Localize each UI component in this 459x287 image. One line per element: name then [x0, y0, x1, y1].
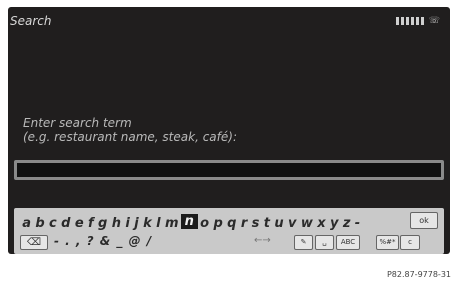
letter-key-q[interactable]: q — [225, 216, 239, 231]
ok-button[interactable]: ok — [410, 212, 438, 229]
selected-letter-key[interactable]: n — [180, 213, 198, 229]
prompt-line-1: Enter search term — [23, 116, 132, 130]
letter-key-y[interactable]: y — [328, 216, 341, 231]
letter-key-g[interactable]: g — [96, 216, 110, 231]
cursor-arrows[interactable]: ←→ — [254, 235, 271, 246]
image-reference-code: P82.87-9778-31 — [386, 270, 451, 279]
letter-key-i[interactable]: i — [123, 216, 132, 231]
clear-button[interactable]: c — [400, 235, 420, 250]
letter-key-dash[interactable]: - — [353, 216, 363, 231]
letter-key-h[interactable]: h — [110, 216, 124, 231]
letter-key-a[interactable]: a — [20, 216, 33, 231]
page-title: Search — [10, 14, 52, 28]
control-row: ⌫ - . , ? & _ @ / ←→ ✎ ␣ ABC %#* c — [20, 233, 438, 251]
letter-key-k[interactable]: k — [141, 216, 154, 231]
search-input[interactable] — [14, 160, 444, 180]
space-icon[interactable]: ␣ — [315, 235, 334, 250]
symbol-keys[interactable]: - . , ? & _ @ / — [54, 234, 152, 248]
letter-key-c[interactable]: c — [47, 216, 59, 231]
letter-group-after: opqrstuvwxyz- — [198, 212, 362, 231]
letter-key-x[interactable]: x — [315, 216, 328, 231]
navigation-screen: Search ☏ Enter search term (e.g. restaur… — [8, 7, 450, 254]
letter-key-o[interactable]: o — [198, 216, 211, 231]
phone-icon: ☏ — [428, 16, 440, 26]
abc-button[interactable]: ABC — [336, 235, 360, 250]
signal-bars-icon — [395, 17, 424, 25]
letter-key-j[interactable]: j — [132, 216, 141, 231]
pencil-icon[interactable]: ✎ — [294, 235, 313, 250]
letter-key-t[interactable]: t — [262, 216, 273, 231]
search-prompt: Enter search term (e.g. restaurant name,… — [23, 116, 237, 144]
letter-key-d[interactable]: d — [59, 216, 73, 231]
letter-key-p[interactable]: p — [211, 216, 225, 231]
letter-key-f[interactable]: f — [86, 216, 96, 231]
letter-key-z[interactable]: z — [341, 216, 353, 231]
symbols-toggle-button[interactable]: %#* — [376, 235, 399, 250]
letter-key-r[interactable]: r — [239, 216, 250, 231]
character-keyboard: abcdefghijklm n opqrstuvwxyz- ok ⌫ - . ,… — [14, 208, 444, 254]
status-indicators: ☏ — [395, 16, 440, 26]
letter-key-u[interactable]: u — [272, 216, 286, 231]
prompt-line-2: (e.g. restaurant name, steak, café): — [23, 130, 237, 144]
letter-key-s[interactable]: s — [249, 216, 261, 231]
letter-key-b[interactable]: b — [33, 216, 47, 231]
letter-row: abcdefghijklm n opqrstuvwxyz- — [20, 211, 362, 231]
letter-key-e[interactable]: e — [73, 216, 86, 231]
letter-key-m[interactable]: m — [163, 216, 181, 231]
letter-group-before: abcdefghijklm — [20, 212, 181, 231]
backspace-icon[interactable]: ⌫ — [20, 235, 48, 250]
letter-key-v[interactable]: v — [286, 216, 299, 231]
letter-key-w[interactable]: w — [299, 216, 315, 231]
letter-key-l[interactable]: l — [154, 216, 163, 231]
